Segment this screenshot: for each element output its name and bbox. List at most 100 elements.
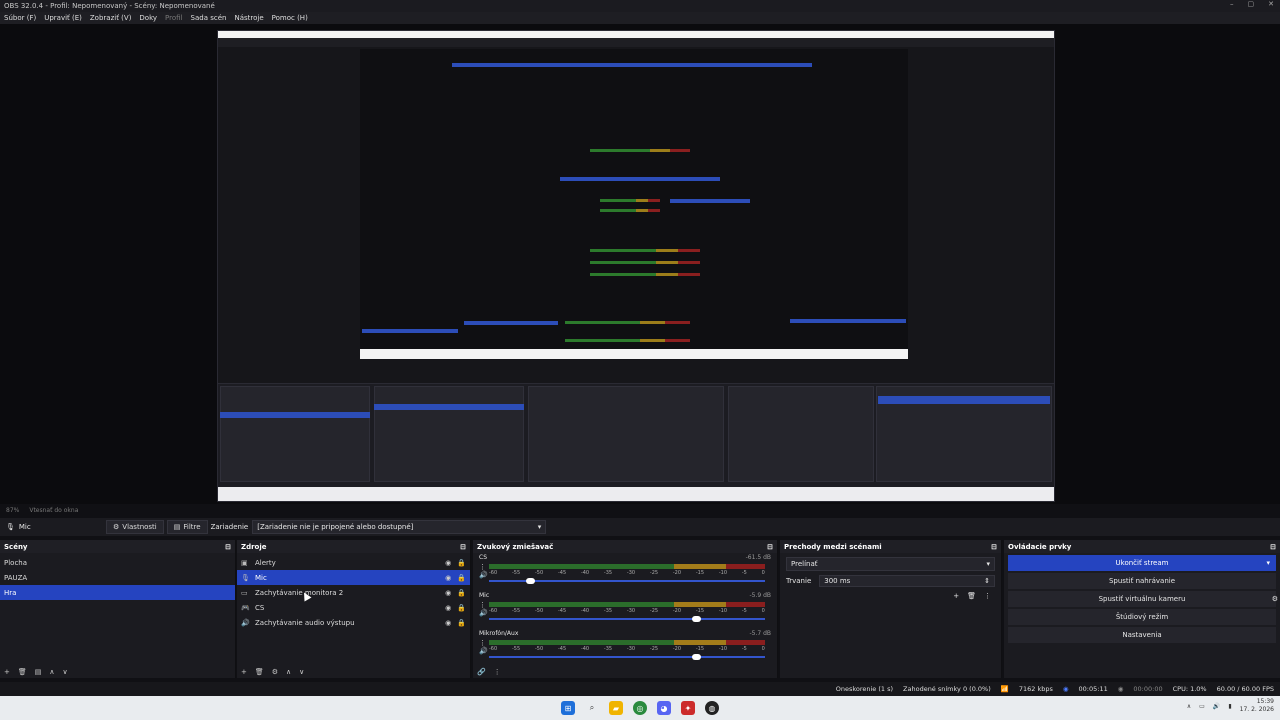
zoom-value[interactable]: 87% (6, 507, 19, 514)
source-item[interactable]: ▣ Alerty ◉ 🔒 (237, 555, 470, 570)
menu-file[interactable]: Súbor (F) (4, 14, 36, 22)
move-down-icon[interactable]: ∨ (299, 668, 304, 676)
more-icon[interactable]: ⋮ (479, 563, 488, 571)
volume-knob[interactable] (692, 654, 701, 660)
transitions-title: Prechody medzi scénami (784, 542, 882, 551)
eye-icon[interactable]: ◉ (445, 604, 451, 612)
meter-tick: -45 (557, 646, 567, 652)
trash-icon[interactable]: 🗑 (255, 668, 264, 676)
start-recording-button[interactable]: Spustiť nahrávanie (1008, 573, 1276, 589)
menu-view[interactable]: Zobraziť (V) (90, 14, 132, 22)
eye-icon[interactable]: ◉ (445, 559, 451, 567)
stop-stream-label: Ukončiť stream (1115, 559, 1169, 567)
menu-tools[interactable]: Nástroje (234, 14, 263, 22)
lock-icon[interactable]: 🔒 (457, 559, 466, 567)
trash-icon[interactable]: 🗑 (18, 668, 27, 676)
discord-icon[interactable]: ◕ (657, 701, 671, 715)
more-icon[interactable]: ⋮ (479, 639, 488, 647)
studio-mode-button[interactable]: Štúdiový režim (1008, 609, 1276, 625)
file-explorer-icon[interactable]: ▰ (609, 701, 623, 715)
search-icon[interactable]: ⌕ (585, 701, 599, 715)
chevron-up-icon[interactable]: ∧ (1187, 703, 1191, 710)
source-item[interactable]: 🔊 Zachytávanie audio výstupu ◉ 🔒 (237, 615, 470, 630)
dock-menu-icon[interactable]: ⊟ (225, 543, 231, 551)
settings-label: Nastavenia (1122, 631, 1162, 639)
channel-db: -5.7 dB (749, 629, 771, 637)
properties-button[interactable]: ⚙ Vlastnosti (106, 520, 164, 534)
program-preview[interactable] (217, 30, 1055, 502)
source-item-selected[interactable]: 🎙 Mic ◉ 🔒 (237, 570, 470, 585)
close-button[interactable]: ✕ (1268, 0, 1274, 8)
volume-icon[interactable]: 🔊 (1213, 703, 1220, 710)
speaker-icon[interactable]: 🔊 (479, 647, 488, 655)
volume-knob[interactable] (526, 578, 536, 584)
scenes-footer: + 🗑 ▤ ∧ ∨ (4, 668, 68, 676)
add-icon[interactable]: + (953, 592, 959, 600)
scene-item[interactable]: PAUZA (0, 570, 235, 585)
menu-profile[interactable]: Profil (165, 14, 182, 22)
volume-knob[interactable] (692, 616, 701, 622)
scene-item-selected[interactable]: Hra (0, 585, 235, 600)
zoom-mode[interactable]: Vtesnať do okna (29, 507, 78, 514)
maximize-button[interactable]: ▢ (1248, 0, 1255, 8)
chevron-down-icon[interactable]: ▾ (1266, 559, 1270, 567)
lock-icon[interactable]: 🔒 (457, 619, 466, 627)
filter-icon[interactable]: ▤ (35, 668, 42, 676)
eye-icon[interactable]: ◉ (445, 574, 451, 582)
dock-menu-icon[interactable]: ⊟ (991, 543, 997, 551)
lock-icon[interactable]: 🔒 (457, 604, 466, 612)
more-icon[interactable]: ⋮ (494, 668, 501, 676)
eye-icon[interactable]: ◉ (445, 619, 451, 627)
duration-spinbox[interactable]: 300 ms ⇕ (819, 575, 995, 587)
filter-icon: ▤ (173, 523, 181, 531)
volume-slider[interactable] (489, 654, 765, 660)
add-icon[interactable]: + (241, 668, 247, 676)
scene-item[interactable]: Plocha (0, 555, 235, 570)
obs-icon[interactable]: ◍ (705, 701, 719, 715)
link-icon[interactable]: 🔗 (477, 668, 486, 676)
spin-arrows-icon[interactable]: ⇕ (984, 577, 990, 585)
menu-scene-collection[interactable]: Sada scén (191, 14, 227, 22)
dock-menu-icon[interactable]: ⊟ (460, 543, 466, 551)
battery-icon[interactable]: ▮ (1228, 703, 1231, 710)
meter-tick: -50 (534, 570, 544, 576)
transition-select[interactable]: Prelínať ▾ (786, 557, 995, 571)
mixer-dock-header: Zvukový zmiešavač ⊟ (473, 540, 777, 553)
settings-button[interactable]: Nastavenia (1008, 627, 1276, 643)
network-icon[interactable]: ▭ (1199, 703, 1205, 710)
more-icon[interactable]: ⋮ (479, 601, 488, 609)
clock[interactable]: 15:39 17. 2. 2026 (1240, 698, 1274, 714)
eye-icon[interactable]: ◉ (445, 589, 451, 597)
chrome-icon[interactable]: ◎ (633, 701, 647, 715)
speaker-icon[interactable]: 🔊 (479, 609, 488, 617)
gear-icon[interactable]: ⚙ (272, 668, 278, 676)
source-item[interactable]: ▭ Zachytávanie monitora 2 ◉ 🔒 (237, 585, 470, 600)
filters-button[interactable]: ▤ Filtre (166, 520, 208, 534)
speaker-icon[interactable]: 🔊 (479, 571, 488, 579)
menu-docks[interactable]: Doky (139, 14, 157, 22)
lock-icon[interactable]: 🔒 (457, 574, 466, 582)
device-select[interactable]: [Zariadenie nie je pripojené alebo dostu… (252, 520, 547, 534)
meter-tick: -30 (626, 608, 636, 614)
volume-slider[interactable] (489, 578, 765, 584)
app-icon[interactable]: ✦ (681, 701, 695, 715)
windows-start-icon[interactable]: ⊞ (561, 701, 575, 715)
add-icon[interactable]: + (4, 668, 10, 676)
gear-icon[interactable]: ⚙ (1272, 595, 1278, 603)
trash-icon[interactable]: 🗑 (967, 592, 976, 600)
move-down-icon[interactable]: ∨ (63, 668, 68, 676)
dock-menu-icon[interactable]: ⊟ (767, 543, 773, 551)
source-item[interactable]: 🎮 CS ◉ 🔒 (237, 600, 470, 615)
lock-icon[interactable]: 🔒 (457, 589, 466, 597)
minimize-button[interactable]: – (1230, 0, 1234, 8)
move-up-icon[interactable]: ∧ (49, 668, 54, 676)
stop-stream-button[interactable]: Ukončiť stream ▾ (1008, 555, 1276, 571)
start-virtualcam-button[interactable]: Spustiť virtuálnu kameru ⚙ (1008, 591, 1278, 607)
dock-menu-icon[interactable]: ⊟ (1270, 543, 1276, 551)
more-icon[interactable]: ⋮ (984, 592, 991, 600)
volume-slider[interactable] (489, 616, 765, 622)
menu-edit[interactable]: Upraviť (E) (44, 14, 82, 22)
menu-help[interactable]: Pomoc (H) (272, 14, 308, 22)
move-up-icon[interactable]: ∧ (286, 668, 291, 676)
controls-dock-header: Ovládacie prvky ⊟ (1004, 540, 1280, 553)
